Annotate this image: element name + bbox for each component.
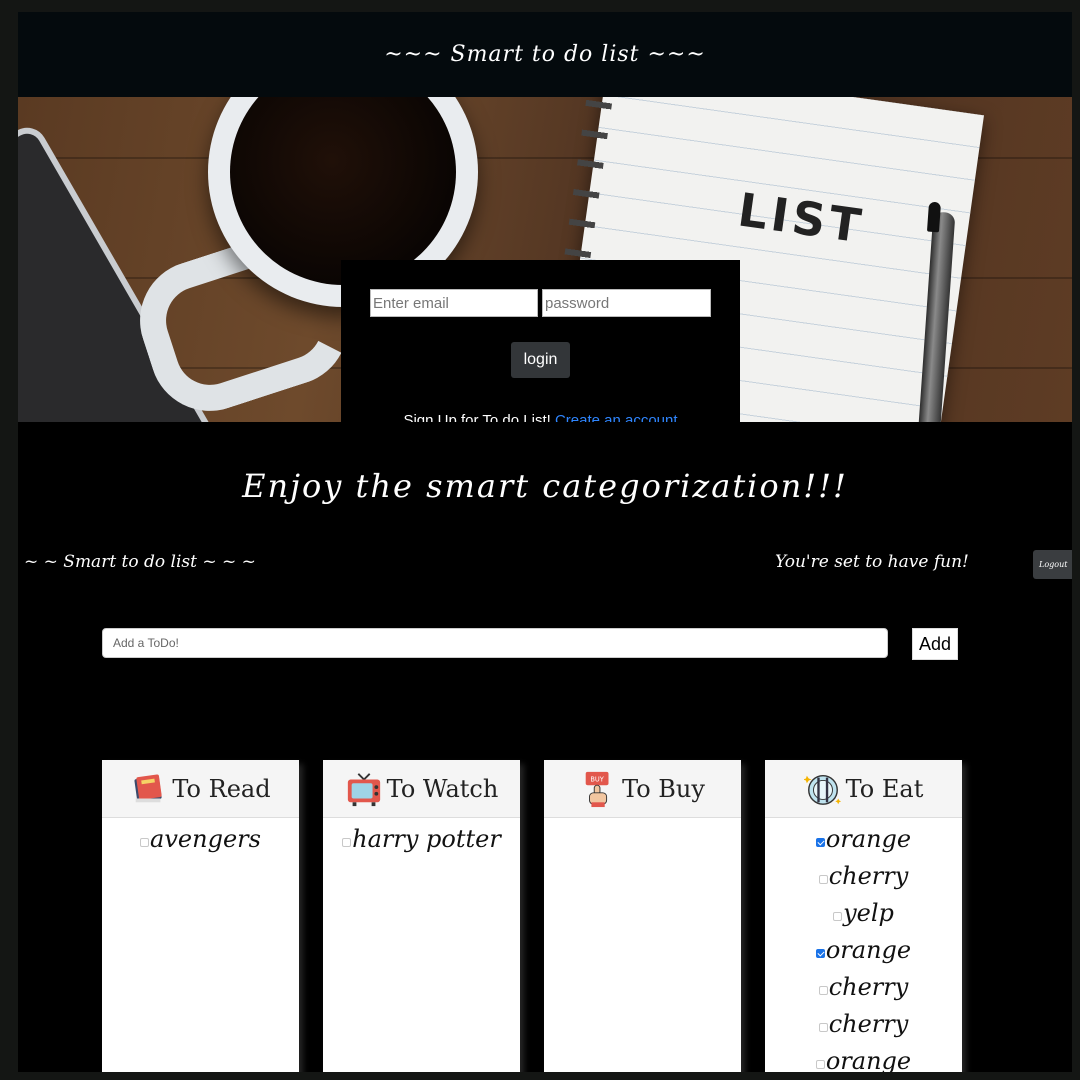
create-account-link[interactable]: Create an account [555, 412, 678, 422]
item-checkbox[interactable] [833, 912, 843, 921]
list-item: cherry [765, 857, 962, 894]
plate-cutlery-icon [803, 774, 841, 805]
signup-text: Sign Up for To do List! [403, 412, 551, 422]
list-item: avengers [102, 820, 299, 857]
item-list [544, 818, 741, 820]
logout-button[interactable]: Logout [1033, 550, 1072, 579]
list-item: cherry [765, 1005, 962, 1042]
item-checkbox[interactable] [818, 1023, 828, 1032]
item-label: orange [825, 1046, 912, 1073]
category-header: To Eat [765, 760, 962, 818]
item-label: orange [825, 935, 912, 964]
app-title: ~~~ Smart to do list ~~~ [384, 42, 706, 67]
item-checkbox[interactable] [818, 875, 828, 884]
login-form: login Sign Up for To do List! Create an … [341, 260, 740, 422]
item-checkbox[interactable] [342, 838, 352, 847]
list-item: yelp [765, 894, 962, 931]
tv-icon [347, 772, 380, 806]
book-icon [134, 773, 163, 802]
hero-banner: LIST 5. login Sign Up for To do List! Cr… [18, 97, 1072, 422]
category-header: To Read [102, 760, 299, 818]
app-page: ~~~ Smart to do list ~~~ LIST 5. login S… [18, 12, 1072, 1072]
item-label: cherry [828, 1009, 909, 1038]
tagline: Enjoy the smart categorization!!! [242, 467, 848, 505]
item-label: avengers [150, 824, 261, 853]
login-button[interactable]: login [511, 342, 570, 378]
item-checkbox[interactable] [815, 838, 825, 847]
email-field[interactable] [370, 289, 538, 317]
item-list: orange cherry yelp orange cherry cherry … [765, 818, 962, 1072]
list-item: orange [765, 820, 962, 857]
category-title: To Read [172, 774, 271, 803]
category-card-read: To Read avengers [102, 760, 299, 1072]
item-checkbox[interactable] [815, 1060, 825, 1069]
add-button[interactable]: Add [912, 628, 958, 660]
pen-tip [926, 201, 942, 233]
category-title: To Eat [845, 774, 924, 803]
list-item: orange [765, 931, 962, 968]
item-checkbox[interactable] [818, 986, 828, 995]
item-label: cherry [828, 972, 909, 1001]
signup-prompt: Sign Up for To do List! Create an accoun… [341, 412, 740, 422]
category-card-eat: To Eat orange cherry yelp orange cherry … [765, 760, 962, 1072]
item-list: harry potter [323, 818, 520, 857]
add-todo-input[interactable] [102, 628, 888, 658]
category-title: To Buy [622, 774, 705, 803]
fun-message: You're set to have fun! [775, 552, 969, 572]
item-checkbox[interactable] [140, 838, 150, 847]
password-field[interactable] [542, 289, 711, 317]
buy-hand-icon: BUY [585, 771, 609, 807]
list-item: harry potter [323, 820, 520, 857]
notebook-text: LIST [734, 182, 869, 254]
list-item: orange [765, 1042, 962, 1072]
category-header: BUY To Buy [544, 760, 741, 818]
item-label: harry potter [352, 824, 501, 853]
svg-text:BUY: BUY [590, 775, 604, 783]
item-label: orange [825, 824, 912, 853]
category-header: To Watch [323, 760, 520, 818]
item-checkbox[interactable] [815, 949, 825, 958]
item-list: avengers [102, 818, 299, 857]
category-card-watch: To Watch harry potter [323, 760, 520, 1072]
top-header: ~~~ Smart to do list ~~~ [18, 12, 1072, 97]
item-label: yelp [843, 898, 894, 927]
list-item: cherry [765, 968, 962, 1005]
item-label: cherry [828, 861, 909, 890]
category-title: To Watch [386, 774, 499, 803]
secondary-title: ~ ~ Smart to do list ~ ~ ~ [24, 552, 256, 572]
category-card-buy: BUY To Buy [544, 760, 741, 1072]
